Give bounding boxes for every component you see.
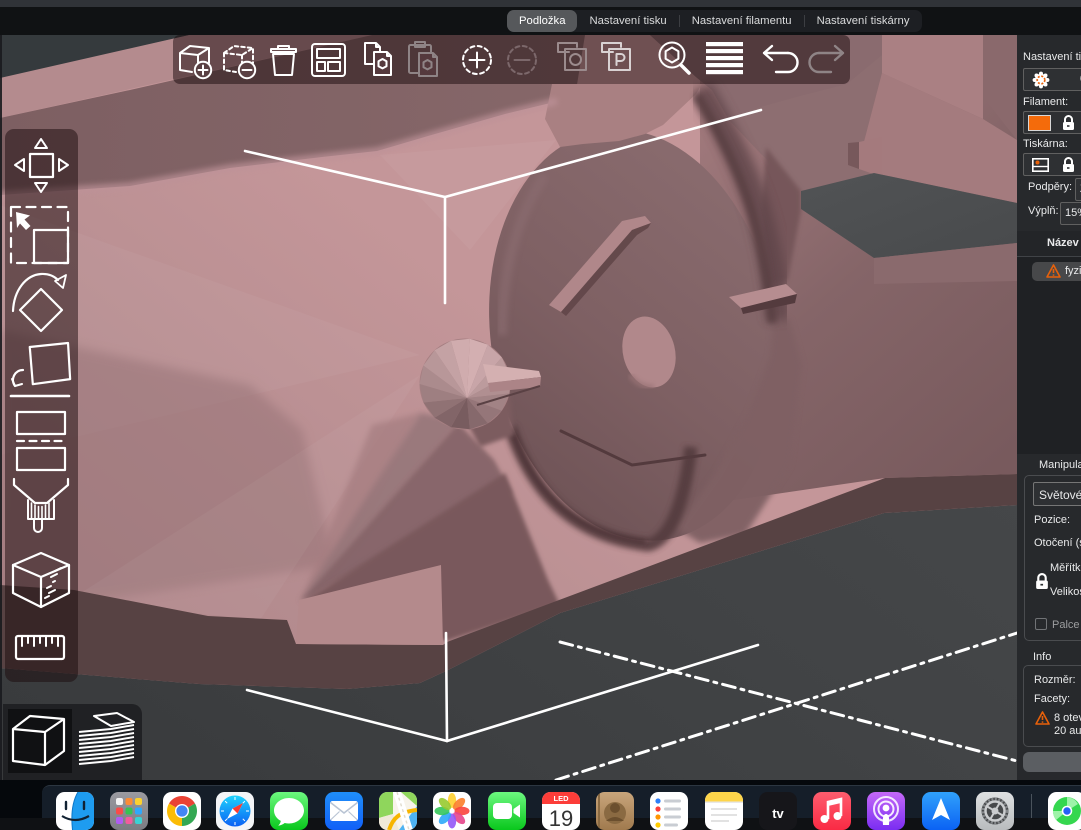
svg-text:tv: tv bbox=[772, 806, 784, 821]
svg-text:19: 19 bbox=[549, 806, 573, 830]
svg-text:LED: LED bbox=[554, 794, 570, 803]
